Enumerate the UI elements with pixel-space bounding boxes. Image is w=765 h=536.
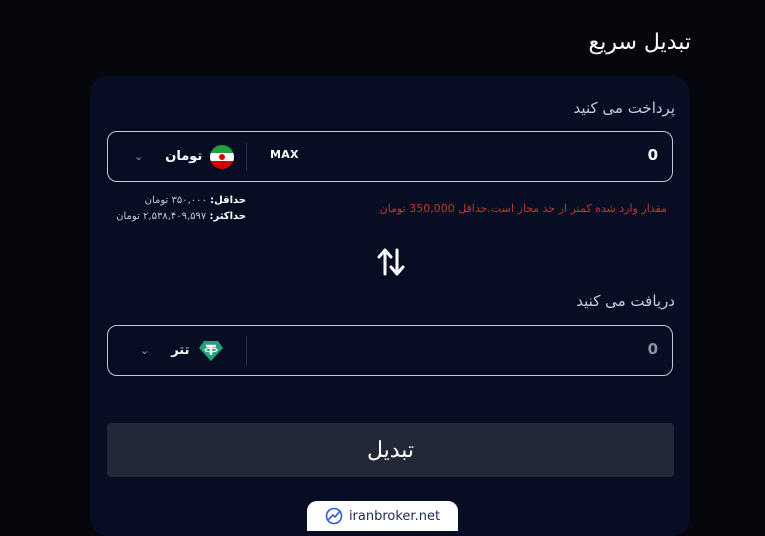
chevron-down-icon: ⌄ bbox=[134, 150, 144, 163]
receive-divider bbox=[246, 336, 247, 365]
chart-logo-icon bbox=[325, 507, 343, 525]
pay-limits: حداقل: ۳۵۰,۰۰۰ تومان حداکثر: ۲,۵۳۸,۴۰۹,۵… bbox=[110, 193, 246, 225]
page-title: تبدیل سریع bbox=[588, 30, 692, 55]
max-limit-label: حداکثر: bbox=[209, 211, 246, 222]
pay-label: پرداخت می کنید bbox=[573, 99, 675, 117]
watermark: iranbroker.net bbox=[307, 501, 458, 531]
watermark-text: iranbroker.net bbox=[348, 508, 441, 524]
error-message: مقدار وارد شده کمتر از حد مجاز است.حداقل… bbox=[379, 202, 667, 215]
pay-currency-name: تومان bbox=[165, 149, 203, 164]
max-limit-value: ۲,۵۳۸,۴۰۹,۵۹۷ تومان bbox=[116, 211, 207, 222]
chevron-down-icon: ⌄ bbox=[140, 344, 150, 357]
convert-button[interactable]: تبدیل bbox=[107, 423, 674, 477]
min-limit-value: ۳۵۰,۰۰۰ تومان bbox=[144, 195, 207, 206]
min-limit-label: حداقل: bbox=[210, 195, 246, 206]
pay-divider bbox=[246, 142, 247, 171]
swap-arrows-icon[interactable] bbox=[377, 246, 405, 278]
receive-field[interactable]: 0 تتر ⌄ bbox=[107, 325, 673, 376]
tether-icon bbox=[198, 340, 224, 362]
receive-amount-input[interactable]: 0 bbox=[648, 340, 658, 358]
receive-currency-name: تتر bbox=[171, 343, 190, 358]
pay-currency-select[interactable]: تومان ⌄ bbox=[134, 132, 235, 181]
receive-label: دریافت می کنید bbox=[576, 292, 675, 310]
receive-currency-select[interactable]: تتر ⌄ bbox=[140, 326, 224, 375]
max-button[interactable]: MAX bbox=[270, 148, 299, 161]
pay-amount-input[interactable]: 0 bbox=[648, 146, 658, 164]
iran-flag-icon bbox=[210, 144, 235, 169]
pay-field[interactable]: 0 MAX تومان ⌄ bbox=[107, 131, 673, 182]
